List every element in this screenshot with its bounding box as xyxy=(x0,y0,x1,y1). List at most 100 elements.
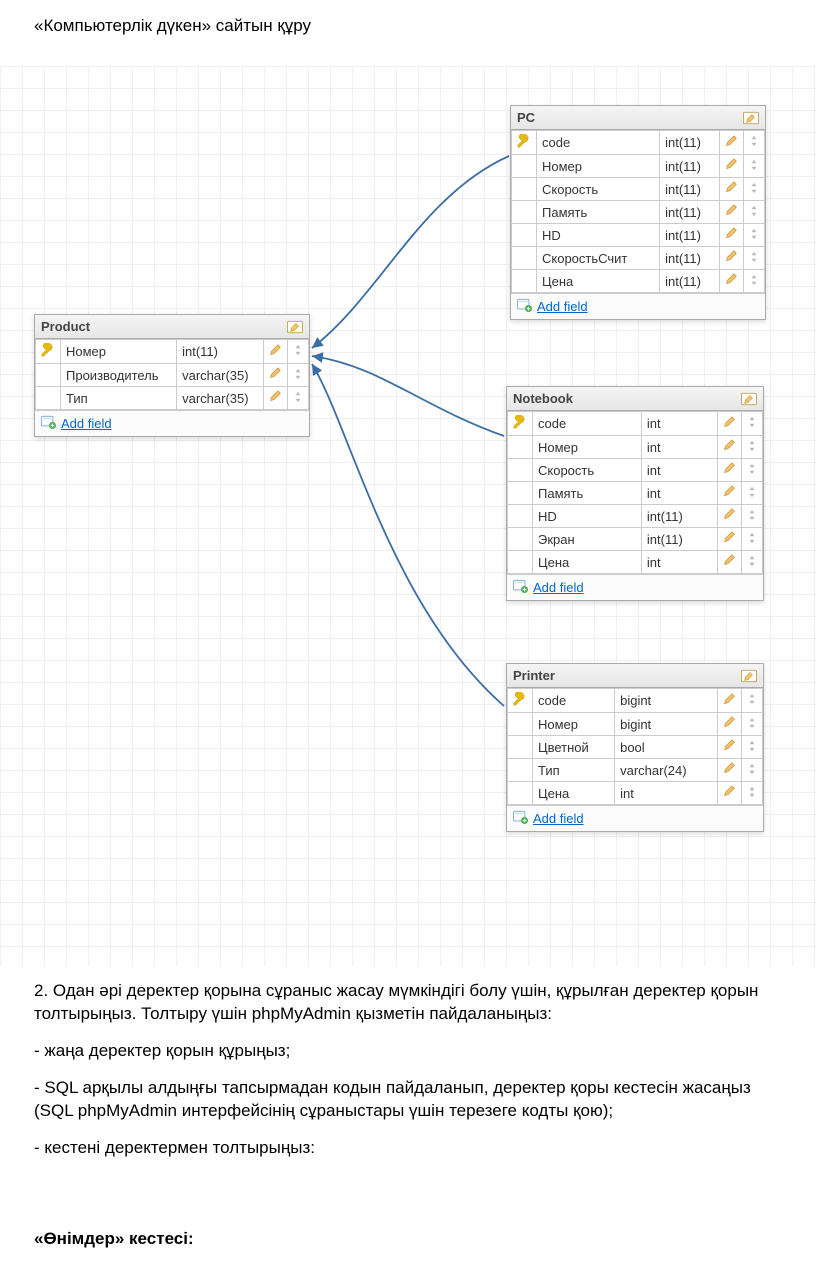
sort-cell[interactable] xyxy=(742,412,763,436)
fields-table: codeintНомерintСкоростьintПамятьintHDint… xyxy=(507,411,763,574)
sort-cell[interactable] xyxy=(744,247,765,270)
field-type: int xyxy=(641,436,717,459)
sort-cell[interactable] xyxy=(744,201,765,224)
edit-cell[interactable] xyxy=(718,689,742,713)
field-name: Экран xyxy=(533,528,642,551)
sort-icon xyxy=(293,344,303,359)
sort-cell[interactable] xyxy=(288,340,309,364)
pencil-icon xyxy=(725,159,738,174)
field-type: int(11) xyxy=(660,178,720,201)
edit-cell[interactable] xyxy=(718,436,742,459)
key-cell xyxy=(508,505,533,528)
pencil-icon xyxy=(723,509,736,524)
edit-cell[interactable] xyxy=(718,782,742,805)
edit-cell[interactable] xyxy=(720,270,744,293)
field-name: СкоростьСчит xyxy=(537,247,660,270)
sort-cell[interactable] xyxy=(742,689,763,713)
paragraph: 2. Одан әрі деректер қорына сұраныс жаса… xyxy=(34,980,782,1026)
sort-icon xyxy=(747,763,757,778)
field-type: int xyxy=(641,412,717,436)
field-name: Номер xyxy=(537,155,660,178)
edit-cell[interactable] xyxy=(718,736,742,759)
sort-cell[interactable] xyxy=(744,224,765,247)
pencil-icon xyxy=(269,391,282,406)
key-cell xyxy=(36,387,61,410)
field-name: Память xyxy=(533,482,642,505)
edit-cell[interactable] xyxy=(720,224,744,247)
sort-cell[interactable] xyxy=(744,155,765,178)
edit-cell[interactable] xyxy=(718,505,742,528)
add-field-link[interactable]: Add field xyxy=(533,811,584,826)
edit-cell[interactable] xyxy=(718,412,742,436)
edit-cell[interactable] xyxy=(718,482,742,505)
edit-cell[interactable] xyxy=(264,387,288,410)
pencil-icon xyxy=(723,740,736,755)
table-notebook: NotebookcodeintНомерintСкоростьintПамять… xyxy=(506,386,764,601)
add-field-link[interactable]: Add field xyxy=(537,299,588,314)
field-name: HD xyxy=(533,505,642,528)
pencil-icon xyxy=(723,555,736,570)
edit-cell[interactable] xyxy=(720,155,744,178)
sort-cell[interactable] xyxy=(742,436,763,459)
edit-cell[interactable] xyxy=(718,459,742,482)
sort-icon xyxy=(293,391,303,406)
edit-cell[interactable] xyxy=(720,131,744,155)
sort-cell[interactable] xyxy=(742,759,763,782)
table-footer: Add field xyxy=(507,805,763,831)
edit-table-icon[interactable] xyxy=(741,392,757,406)
edit-cell[interactable] xyxy=(720,201,744,224)
table-row: Номерint(11) xyxy=(512,155,765,178)
edit-cell[interactable] xyxy=(720,178,744,201)
sort-cell[interactable] xyxy=(742,459,763,482)
edit-table-icon[interactable] xyxy=(743,111,759,125)
table-row: Скоростьint(11) xyxy=(512,178,765,201)
sort-cell[interactable] xyxy=(742,713,763,736)
table-row: Ценаint(11) xyxy=(512,270,765,293)
table-header: Product xyxy=(35,315,309,339)
table-header: PC xyxy=(511,106,765,130)
edit-cell[interactable] xyxy=(718,759,742,782)
edit-cell[interactable] xyxy=(718,713,742,736)
table-row: Номерint xyxy=(508,436,763,459)
edit-cell[interactable] xyxy=(264,340,288,364)
table-printer: PrintercodebigintНомерbigintЦветнойboolТ… xyxy=(506,663,764,832)
edit-table-icon[interactable] xyxy=(287,320,303,334)
pencil-icon xyxy=(269,345,282,360)
key-cell xyxy=(512,131,537,155)
sort-cell[interactable] xyxy=(744,178,765,201)
sort-icon xyxy=(749,159,759,174)
edit-table-icon[interactable] xyxy=(741,669,757,683)
field-type: bool xyxy=(615,736,718,759)
edit-cell[interactable] xyxy=(718,528,742,551)
sort-cell[interactable] xyxy=(744,270,765,293)
field-type: int(11) xyxy=(641,528,717,551)
edit-cell[interactable] xyxy=(720,247,744,270)
table-footer: Add field xyxy=(511,293,765,319)
sort-cell[interactable] xyxy=(288,387,309,410)
add-field-link[interactable]: Add field xyxy=(533,580,584,595)
add-field-link[interactable]: Add field xyxy=(61,416,112,431)
sort-icon xyxy=(747,740,757,755)
edit-cell[interactable] xyxy=(264,364,288,387)
sort-cell[interactable] xyxy=(742,482,763,505)
add-field-icon xyxy=(517,298,533,315)
sort-cell[interactable] xyxy=(742,551,763,574)
fields-table: codeint(11)Номерint(11)Скоростьint(11)Па… xyxy=(511,130,765,293)
sort-cell[interactable] xyxy=(742,736,763,759)
field-name: Номер xyxy=(533,436,642,459)
fields-table: codebigintНомерbigintЦветнойboolТипvarch… xyxy=(507,688,763,805)
field-type: int(11) xyxy=(660,201,720,224)
sort-cell[interactable] xyxy=(288,364,309,387)
edit-cell[interactable] xyxy=(718,551,742,574)
key-icon xyxy=(517,136,531,151)
sort-icon xyxy=(749,182,759,197)
fields-table: Номерint(11)Производительvarchar(35)Типv… xyxy=(35,339,309,410)
page-title: «Компьютерлік дүкен» сайтын құру xyxy=(0,0,816,36)
field-name: code xyxy=(537,131,660,155)
sort-cell[interactable] xyxy=(744,131,765,155)
sort-cell[interactable] xyxy=(742,782,763,805)
table-pc: PCcodeint(11)Номерint(11)Скоростьint(11)… xyxy=(510,105,766,320)
sort-cell[interactable] xyxy=(742,528,763,551)
sort-cell[interactable] xyxy=(742,505,763,528)
key-cell xyxy=(508,459,533,482)
